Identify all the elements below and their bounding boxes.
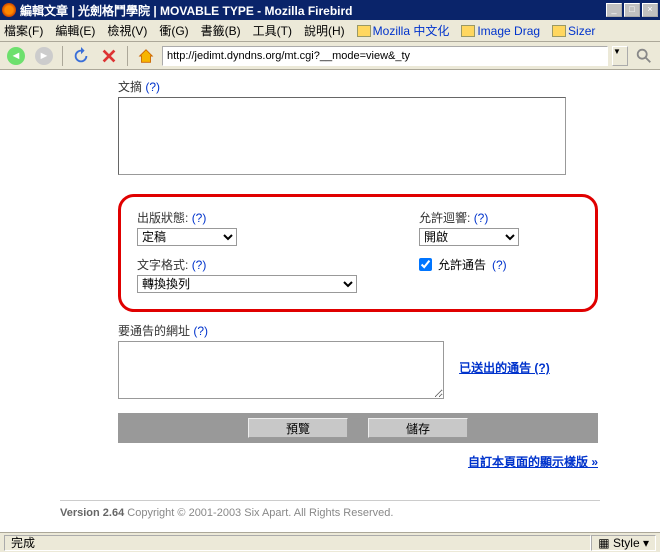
comments-help-link[interactable]: (?) [474, 211, 489, 225]
menu-tools[interactable]: 工具(T) [253, 22, 292, 39]
status-bar: 完成 ▦ Style ▾ [0, 532, 660, 552]
comments-select[interactable]: 開啟 [419, 228, 519, 246]
pings-help-link[interactable]: (?) [492, 258, 507, 272]
menu-bar: 檔案(F) 編輯(E) 檢視(V) 衝(G) 書籤(B) 工具(T) 說明(H)… [0, 20, 660, 42]
format-select[interactable]: 轉換換列 [137, 275, 357, 293]
save-button[interactable]: 儲存 [368, 418, 468, 438]
allow-pings-checkbox[interactable] [419, 258, 432, 271]
customize-display-link[interactable]: 自訂本頁面的顯示樣版 » [468, 455, 598, 469]
bookmark-mozilla[interactable]: Mozilla 中文化 [357, 22, 450, 39]
ping-urls-help-link[interactable]: (?) [193, 324, 208, 338]
menu-edit[interactable]: 編輯(E) [55, 22, 95, 39]
page-content: 文摘 (?) 出版狀態: (?) 定稿 文字格式: (?) 轉換換列 允許迴響:… [0, 70, 660, 530]
forward-button[interactable]: ► [32, 44, 56, 68]
status-label: 出版狀態: (?) [137, 209, 379, 226]
comments-label: 允許迴響: (?) [419, 209, 579, 226]
bookmark-imagedrag[interactable]: Image Drag [461, 24, 540, 38]
minimize-button[interactable]: _ [606, 3, 622, 17]
excerpt-textarea[interactable] [118, 97, 566, 175]
page-icon [461, 25, 475, 37]
url-dropdown-button[interactable]: ▼ [612, 46, 628, 66]
excerpt-label: 文摘 (?) [118, 78, 600, 95]
status-text: 完成 [4, 535, 591, 551]
toolbar-separator [62, 46, 63, 66]
status-select[interactable]: 定稿 [137, 228, 237, 246]
toolbar-separator [127, 46, 128, 66]
home-button[interactable] [134, 44, 158, 68]
highlighted-settings: 出版狀態: (?) 定稿 文字格式: (?) 轉換換列 允許迴響: (?) 開啟… [118, 194, 598, 312]
excerpt-help-link[interactable]: (?) [145, 80, 160, 94]
menu-file[interactable]: 檔案(F) [4, 22, 43, 39]
page-icon [357, 25, 371, 37]
menu-bookmarks[interactable]: 書籤(B) [201, 22, 241, 39]
page-footer: Version 2.64 Copyright © 2001-2003 Six A… [60, 500, 600, 519]
folder-icon [552, 25, 566, 37]
menu-go[interactable]: 衝(G) [159, 22, 188, 39]
status-help-link[interactable]: (?) [192, 211, 207, 225]
palette-icon: ▦ [598, 536, 609, 550]
action-button-bar: 預覽 儲存 [118, 413, 598, 443]
app-icon [2, 3, 16, 17]
maximize-button[interactable]: □ [624, 3, 640, 17]
stop-button[interactable] [97, 44, 121, 68]
ping-urls-textarea[interactable] [118, 341, 444, 399]
copyright-text: Copyright © 2001-2003 Six Apart. All Rig… [124, 507, 393, 519]
format-help-link[interactable]: (?) [192, 258, 207, 272]
bookmark-sizer[interactable]: Sizer [552, 24, 595, 38]
sent-pings-link[interactable]: 已送出的通告 (?) [459, 359, 550, 376]
format-label: 文字格式: (?) [137, 256, 379, 273]
version-text: Version 2.64 [60, 507, 124, 519]
reload-button[interactable] [69, 44, 93, 68]
ping-urls-label: 要通告的網址 (?) [118, 322, 598, 339]
search-button[interactable] [632, 44, 656, 68]
close-button[interactable]: × [642, 3, 658, 17]
window-title: 編輯文章 | 光劍格鬥學院 | MOVABLE TYPE - Mozilla F… [20, 2, 606, 19]
url-input[interactable] [162, 46, 608, 66]
menu-view[interactable]: 檢視(V) [107, 22, 147, 39]
back-button[interactable]: ◄ [4, 44, 28, 68]
style-cell[interactable]: ▦ Style ▾ [591, 535, 656, 551]
window-titlebar: 編輯文章 | 光劍格鬥學院 | MOVABLE TYPE - Mozilla F… [0, 0, 660, 20]
allow-pings-label: 允許通告 [438, 256, 486, 273]
menu-help[interactable]: 說明(H) [304, 22, 345, 39]
preview-button[interactable]: 預覽 [248, 418, 348, 438]
nav-toolbar: ◄ ► ▼ [0, 42, 660, 70]
